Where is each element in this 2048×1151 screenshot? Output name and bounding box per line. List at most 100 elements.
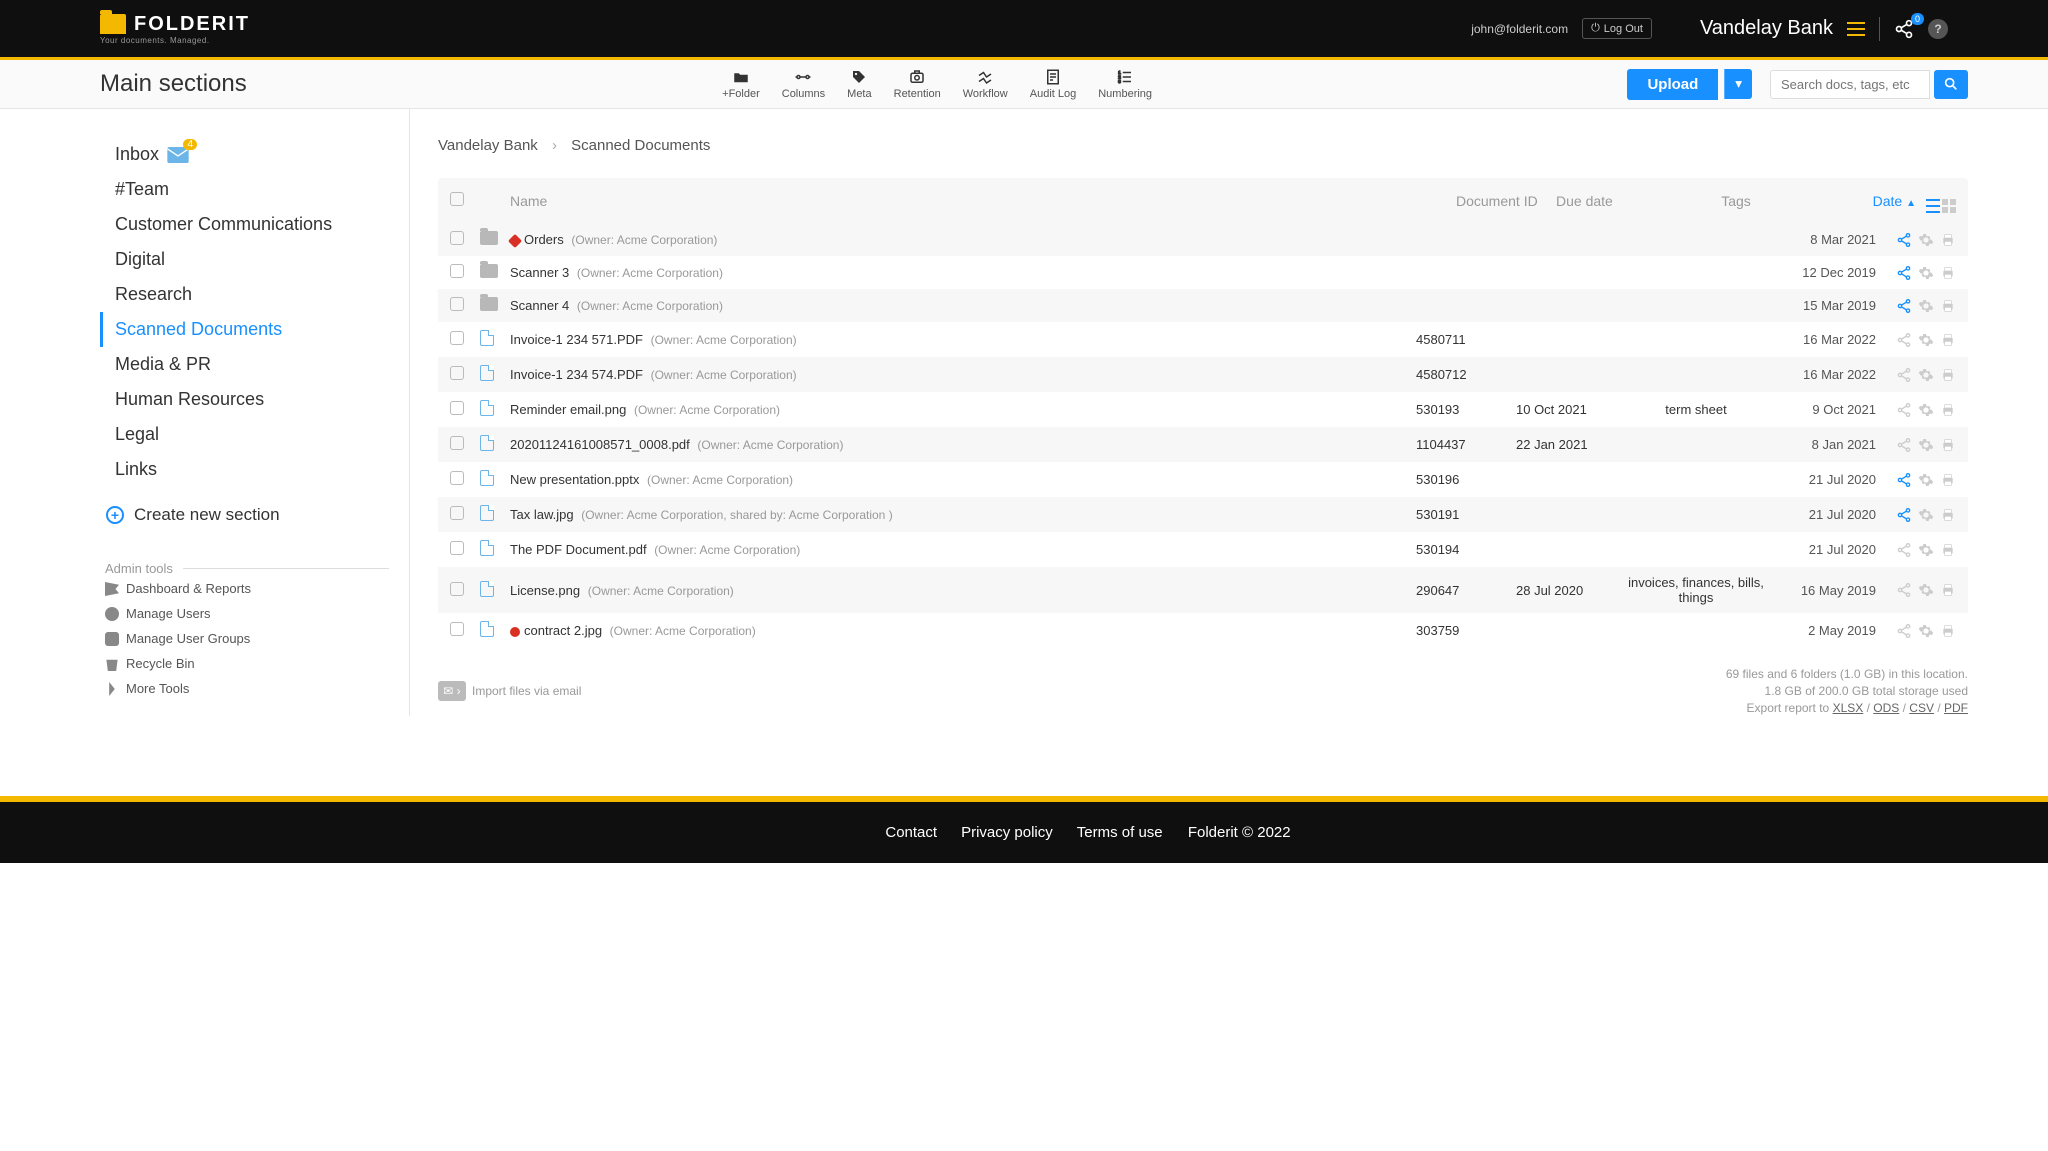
admin-manage-users[interactable]: Manage Users — [100, 601, 409, 626]
admin-recycle-bin[interactable]: Recycle Bin — [100, 651, 409, 676]
gear-icon[interactable] — [1918, 437, 1934, 453]
gear-icon[interactable] — [1918, 472, 1934, 488]
gear-icon[interactable] — [1918, 367, 1934, 383]
grid-view-icon[interactable] — [1942, 199, 1956, 213]
row-checkbox[interactable] — [450, 264, 464, 278]
share-icon[interactable] — [1896, 332, 1912, 348]
table-row[interactable]: Invoice-1 234 571.PDF (Owner: Acme Corpo… — [438, 322, 1968, 357]
share-icon[interactable] — [1896, 582, 1912, 598]
print-icon[interactable] — [1940, 542, 1956, 558]
row-checkbox[interactable] — [450, 401, 464, 415]
row-checkbox[interactable] — [450, 366, 464, 380]
sidebar-item-inbox[interactable]: Inbox 4 — [100, 137, 409, 172]
gear-icon[interactable] — [1918, 332, 1934, 348]
share-icon[interactable] — [1896, 507, 1912, 523]
tool-numbering[interactable]: 123Numbering — [1098, 68, 1152, 100]
table-row[interactable]: Reminder email.png (Owner: Acme Corporat… — [438, 392, 1968, 427]
row-checkbox[interactable] — [450, 297, 464, 311]
sidebar-item-human-resources[interactable]: Human Resources — [100, 382, 409, 417]
sidebar-item-research[interactable]: Research — [100, 277, 409, 312]
admin-more-tools[interactable]: More Tools — [100, 676, 409, 701]
col-name[interactable]: Name — [510, 193, 1456, 209]
select-all-checkbox[interactable] — [450, 192, 464, 206]
print-icon[interactable] — [1940, 623, 1956, 639]
sidebar-item-digital[interactable]: Digital — [100, 242, 409, 277]
logout-button[interactable]: ⏻ Log Out — [1582, 18, 1652, 39]
upload-button[interactable]: Upload — [1627, 69, 1718, 100]
list-view-icon[interactable] — [1926, 199, 1940, 213]
search-button[interactable] — [1934, 70, 1968, 99]
share-icon[interactable] — [1896, 542, 1912, 558]
print-icon[interactable] — [1940, 367, 1956, 383]
gear-icon[interactable] — [1918, 623, 1934, 639]
row-checkbox[interactable] — [450, 582, 464, 596]
print-icon[interactable] — [1940, 402, 1956, 418]
tool-retention[interactable]: Retention — [894, 68, 941, 100]
tool-workflow[interactable]: Workflow — [963, 68, 1008, 100]
footer-link-privacy-policy[interactable]: Privacy policy — [961, 824, 1053, 841]
sidebar-item-customer-communications[interactable]: Customer Communications — [100, 207, 409, 242]
table-row[interactable]: 20201124161008571_0008.pdf (Owner: Acme … — [438, 427, 1968, 462]
print-icon[interactable] — [1940, 582, 1956, 598]
table-row[interactable]: New presentation.pptx (Owner: Acme Corpo… — [438, 462, 1968, 497]
sidebar-item-legal[interactable]: Legal — [100, 417, 409, 452]
tool-columns[interactable]: Columns — [782, 68, 825, 100]
row-checkbox[interactable] — [450, 541, 464, 555]
upload-dropdown[interactable]: ▾ — [1724, 69, 1752, 99]
tool-meta[interactable]: Meta — [847, 68, 871, 100]
share-icon[interactable] — [1896, 402, 1912, 418]
print-icon[interactable] — [1940, 332, 1956, 348]
breadcrumb-root[interactable]: Vandelay Bank — [438, 137, 538, 154]
table-row[interactable]: Tax law.jpg (Owner: Acme Corporation, sh… — [438, 497, 1968, 532]
sidebar-item--team[interactable]: #Team — [100, 172, 409, 207]
row-checkbox[interactable] — [450, 331, 464, 345]
footer-link-contact[interactable]: Contact — [885, 824, 937, 841]
gear-icon[interactable] — [1918, 542, 1934, 558]
print-icon[interactable] — [1940, 507, 1956, 523]
col-document-id[interactable]: Document ID — [1456, 193, 1556, 209]
print-icon[interactable] — [1940, 265, 1956, 281]
admin-dashboard-reports[interactable]: Dashboard & Reports — [100, 576, 409, 601]
admin-manage-user-groups[interactable]: Manage User Groups — [100, 626, 409, 651]
table-row[interactable]: Scanner 3 (Owner: Acme Corporation)12 De… — [438, 256, 1968, 289]
logo[interactable]: FOLDERIT Your documents. Managed. — [100, 13, 250, 45]
col-due-date[interactable]: Due date — [1556, 193, 1656, 209]
table-row[interactable]: Invoice-1 234 574.PDF (Owner: Acme Corpo… — [438, 357, 1968, 392]
gear-icon[interactable] — [1918, 298, 1934, 314]
row-checkbox[interactable] — [450, 471, 464, 485]
share-icon[interactable] — [1896, 472, 1912, 488]
share-icon[interactable] — [1896, 437, 1912, 453]
share-icon[interactable] — [1896, 232, 1912, 248]
sidebar-item-links[interactable]: Links — [100, 452, 409, 487]
share-icon[interactable] — [1896, 265, 1912, 281]
share-icon[interactable] — [1896, 367, 1912, 383]
gear-icon[interactable] — [1918, 507, 1934, 523]
table-row[interactable]: The PDF Document.pdf (Owner: Acme Corpor… — [438, 532, 1968, 567]
col-date[interactable]: Date ▲ — [1816, 193, 1916, 209]
export-xlsx[interactable]: XLSX — [1833, 701, 1864, 715]
col-tags[interactable]: Tags — [1656, 193, 1816, 209]
tool-add-folder[interactable]: +Folder — [722, 68, 760, 100]
row-checkbox[interactable] — [450, 436, 464, 450]
gear-icon[interactable] — [1918, 265, 1934, 281]
sidebar-item-media-pr[interactable]: Media & PR — [100, 347, 409, 382]
share-icon[interactable] — [1896, 298, 1912, 314]
print-icon[interactable] — [1940, 437, 1956, 453]
row-checkbox[interactable] — [450, 622, 464, 636]
tool-audit[interactable]: Audit Log — [1030, 68, 1076, 100]
help-button[interactable]: ? — [1928, 19, 1948, 39]
row-checkbox[interactable] — [450, 231, 464, 245]
footer-link-terms-of-use[interactable]: Terms of use — [1077, 824, 1163, 841]
menu-icon[interactable] — [1847, 22, 1865, 36]
table-row[interactable]: License.png (Owner: Acme Corporation)290… — [438, 567, 1968, 613]
sidebar-item-scanned-documents[interactable]: Scanned Documents — [100, 312, 409, 347]
export-ods[interactable]: ODS — [1873, 701, 1899, 715]
share-icon[interactable] — [1896, 623, 1912, 639]
create-section-button[interactable]: + Create new section — [100, 487, 409, 525]
org-name[interactable]: Vandelay Bank — [1700, 17, 1833, 40]
table-row[interactable]: Scanner 4 (Owner: Acme Corporation)15 Ma… — [438, 289, 1968, 322]
print-icon[interactable] — [1940, 472, 1956, 488]
gear-icon[interactable] — [1918, 402, 1934, 418]
export-pdf[interactable]: PDF — [1944, 701, 1968, 715]
table-row[interactable]: contract 2.jpg (Owner: Acme Corporation)… — [438, 613, 1968, 648]
